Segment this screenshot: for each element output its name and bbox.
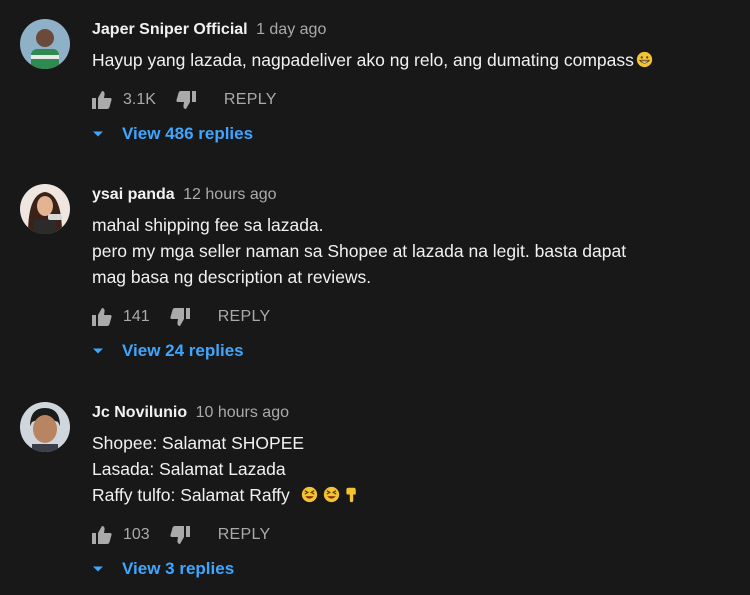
view-replies-label: View 24 replies <box>122 341 244 360</box>
comment-header: Japer Sniper Official 1 day ago <box>92 20 326 40</box>
thumbs-up-icon[interactable] <box>92 308 112 326</box>
timestamp[interactable]: 12 hours ago <box>183 186 276 203</box>
thumbs-up-icon[interactable] <box>92 91 112 109</box>
comment-text: mahal shipping fee sa lazada. pero my mg… <box>92 212 626 290</box>
like-count: 141 <box>123 308 150 325</box>
comment-line: pero my mga seller naman sa Shopee at la… <box>92 241 627 261</box>
thumbs-down-icon[interactable] <box>170 308 190 326</box>
view-replies-button[interactable]: View 486 replies <box>92 124 253 144</box>
comment-line: Lasada: Salamat Lazada <box>92 459 286 479</box>
reply-button[interactable]: REPLY <box>224 91 277 109</box>
comment-text: Shopee: Salamat SHOPEE Lasada: Salamat L… <box>92 430 360 508</box>
view-replies-button[interactable]: View 3 replies <box>92 559 234 579</box>
chevron-down-icon <box>92 565 104 573</box>
thumbs-down-icon[interactable] <box>170 526 190 544</box>
avatar[interactable] <box>20 402 70 452</box>
chevron-down-icon <box>92 347 104 355</box>
comment-header: Jc Novilunio 10 hours ago <box>92 403 289 423</box>
comment-line: mag basa ng description at reviews. <box>92 267 372 287</box>
comment-line: mahal shipping fee sa lazada. <box>92 215 324 235</box>
comment-line: Shopee: Salamat SHOPEE <box>92 433 305 453</box>
view-replies-label: View 486 replies <box>122 124 254 143</box>
avatar[interactable] <box>20 19 70 69</box>
author-name[interactable]: Jc Novilunio <box>92 404 187 421</box>
comment-text: Hayup yang lazada, nagpadeliver ako ng r… <box>92 47 653 73</box>
pointing-down-emoji <box>346 487 356 503</box>
grinning-face-emoji <box>636 51 653 68</box>
comment-actions: 141 REPLY <box>92 305 270 329</box>
author-name[interactable]: ysai panda <box>92 186 175 203</box>
comment-actions: 3.1K REPLY <box>92 88 277 112</box>
thumbs-up-icon[interactable] <box>92 526 112 544</box>
thumbs-down-icon[interactable] <box>176 91 196 109</box>
comment-line: Raffy tulfo: Salamat Raffy <box>92 485 290 505</box>
view-replies-button[interactable]: View 24 replies <box>92 341 244 361</box>
like-count: 103 <box>123 526 150 543</box>
timestamp[interactable]: 10 hours ago <box>196 404 289 421</box>
timestamp[interactable]: 1 day ago <box>256 21 326 38</box>
chevron-down-icon <box>92 130 104 138</box>
author-name[interactable]: Japer Sniper Official <box>92 21 248 38</box>
reply-button[interactable]: REPLY <box>218 526 271 544</box>
comment-header: ysai panda 12 hours ago <box>92 185 277 205</box>
comment-actions: 103 REPLY <box>92 523 270 547</box>
reply-button[interactable]: REPLY <box>218 308 271 326</box>
view-replies-label: View 3 replies <box>122 559 235 578</box>
squinting-face-emoji <box>323 486 339 503</box>
avatar[interactable] <box>20 184 70 234</box>
comment-line: Hayup yang lazada, nagpadeliver ako ng r… <box>92 50 634 70</box>
like-count: 3.1K <box>123 91 156 108</box>
squinting-face-emoji <box>301 486 317 503</box>
